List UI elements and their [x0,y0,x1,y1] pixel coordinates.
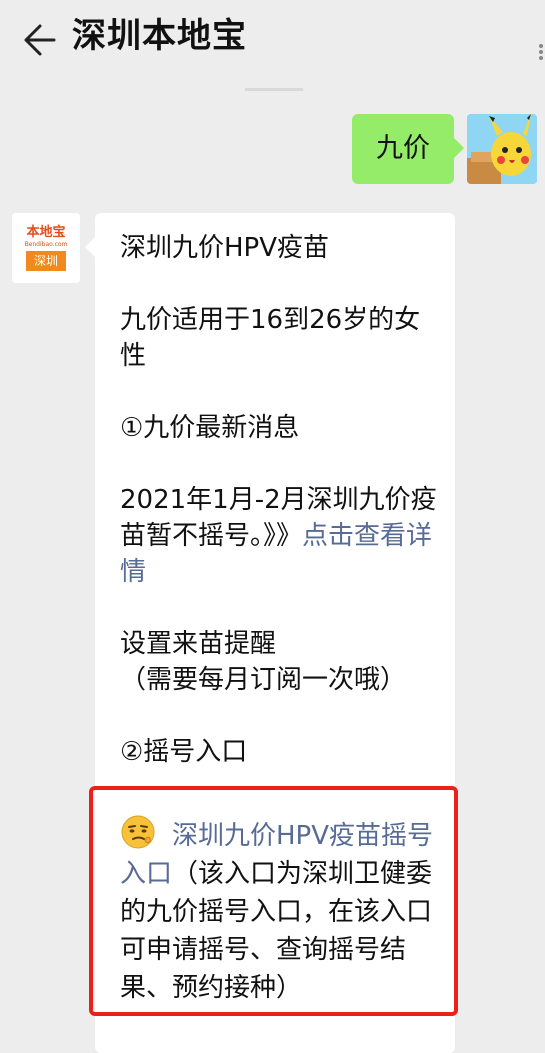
reply-message-text: 深圳九价HPV疫苗 九价适用于16到26岁的女性 ①九价最新消息 2021年1月… [120,230,440,806]
reply-line-news-heading: ①九价最新消息 [120,413,300,443]
logo-sub-text: Bendibao.com [24,241,68,248]
top-bar: 深圳本地宝 [0,0,545,88]
user-avatar[interactable] [467,114,537,184]
smirk-emoji-icon [121,815,155,849]
sent-message-bubble[interactable]: 九价 [352,114,464,184]
more-dots-icon[interactable] [537,44,545,60]
bot-avatar[interactable]: 本地宝 Bendibao.com 深圳 [12,213,80,283]
back-arrow-icon[interactable] [18,20,58,60]
reply-line-news: 2021年1月-2月深圳九价疫苗暂不摇号。》》点击查看详情 [120,482,440,590]
logo-city-badge: 深圳 [26,251,66,271]
reply-line-entry-heading: ②摇号入口 [120,737,248,767]
lottery-entry: 深圳九价HPV疫苗摇号入口（该入口为深圳卫健委的九价摇号入口，在该入口可申请摇号… [120,814,440,1007]
reply-line-age: 九价适用于16到26岁的女性 [120,305,421,371]
divider [245,88,303,91]
reminder-link[interactable]: 设置来苗提醒 [120,629,276,659]
reminder-note: （需要每月订阅一次哦） [120,665,407,695]
reply-line-title: 深圳九价HPV疫苗 [120,233,330,263]
pikachu-avatar-icon [467,114,537,184]
reply-line-reminder: 设置来苗提醒 （需要每月订阅一次哦） [120,626,440,698]
logo-main-text: 本地宝 [26,225,66,240]
chat-title: 深圳本地宝 [72,16,247,56]
